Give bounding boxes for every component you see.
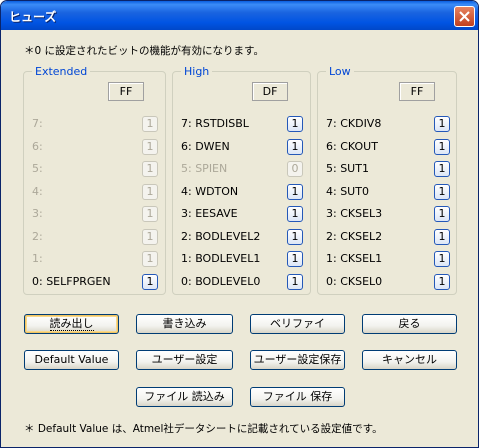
fuse-bit-label: 1: BODLEVEL1 bbox=[181, 252, 261, 265]
fuse-bit-row: 7: CKDIV8 1 bbox=[326, 116, 450, 132]
fuse-bit-row: 4: SUT0 1 bbox=[326, 183, 450, 200]
write-button[interactable]: 書き込み bbox=[136, 314, 233, 334]
fuse-dialog: ヒューズ ＊0 に設定されたビットの機能が有効になります。 Extended F… bbox=[0, 0, 479, 448]
fuse-bit-row: 5: 1 bbox=[32, 161, 158, 177]
fuse-bit-row: 7: RSTDISBL 1 bbox=[181, 116, 303, 132]
group-title: Extended bbox=[32, 65, 91, 78]
title-bar[interactable]: ヒューズ bbox=[1, 1, 478, 30]
user-setting-button[interactable]: ユーザー設定 bbox=[136, 350, 233, 370]
fuse-bit-toggle: 1 bbox=[142, 138, 158, 155]
fuse-bit-label: 6: bbox=[32, 139, 43, 153]
fuse-bit-toggle: 1 bbox=[142, 251, 158, 267]
fuse-bit-toggle[interactable]: 1 bbox=[142, 273, 158, 290]
fuse-bit-label: 6: CKOUT bbox=[326, 139, 378, 153]
fuse-bit-toggle[interactable]: 1 bbox=[287, 251, 303, 267]
extended-hex-value[interactable]: FF bbox=[108, 82, 144, 101]
fuse-bit-toggle[interactable]: 1 bbox=[434, 206, 450, 222]
file-load-button[interactable]: ファイル 読込み bbox=[136, 387, 233, 407]
fuse-bit-toggle[interactable]: 1 bbox=[287, 138, 303, 155]
fuse-bit-row: 3: 1 bbox=[32, 206, 158, 222]
fuse-bit-toggle[interactable]: 1 bbox=[434, 228, 450, 245]
fuse-bit-toggle: 1 bbox=[142, 161, 158, 177]
fuse-bit-row: 1: BODLEVEL1 1 bbox=[181, 251, 303, 267]
fuse-bit-toggle[interactable]: 1 bbox=[434, 116, 450, 132]
fuse-bit-label: 0: BODLEVEL0 bbox=[181, 274, 261, 288]
fuse-bit-toggle[interactable]: 1 bbox=[287, 183, 303, 200]
window-title: ヒューズ bbox=[9, 10, 57, 24]
fuse-bit-toggle[interactable]: 1 bbox=[287, 228, 303, 245]
fuse-bit-label: 0: CKSEL0 bbox=[326, 274, 383, 288]
fuse-bit-row: 7: 1 bbox=[32, 116, 158, 132]
fuse-bit-row: 5: SPIEN 0 bbox=[181, 161, 303, 177]
fuse-bit-row: 0: BODLEVEL0 1 bbox=[181, 273, 303, 290]
fuse-bit-label: 2: CKSEL2 bbox=[326, 229, 383, 243]
fuse-bit-label: 4: bbox=[32, 184, 43, 198]
fuse-bit-label: 3: bbox=[32, 207, 43, 220]
fuse-bit-row: 6: DWEN 1 bbox=[181, 138, 303, 155]
fuse-bit-row: 4: WDTON 1 bbox=[181, 183, 303, 200]
fuse-bit-row: 5: SUT1 1 bbox=[326, 161, 450, 177]
fuse-bit-label: 7: CKDIV8 bbox=[326, 117, 382, 130]
fuse-bit-toggle: 1 bbox=[142, 206, 158, 222]
fuse-bit-label: 2: bbox=[32, 229, 43, 243]
group-title: Low bbox=[326, 65, 354, 78]
fuse-bit-label: 5: bbox=[32, 162, 43, 175]
fuse-bit-row: 2: BODLEVEL2 1 bbox=[181, 228, 303, 245]
fuse-bit-toggle: 1 bbox=[142, 183, 158, 200]
default-value-button[interactable]: Default Value bbox=[24, 350, 119, 370]
fuse-bit-row: 0: CKSEL0 1 bbox=[326, 273, 450, 290]
high-fuse-group: High DF 7: RSTDISBL 1 6: DWEN 1 5: SPIEN 0 4: … bbox=[172, 65, 311, 295]
close-button[interactable] bbox=[454, 6, 475, 27]
fuse-bit-row: 2: 1 bbox=[32, 228, 158, 245]
high-hex-value[interactable]: DF bbox=[252, 82, 288, 101]
fuse-bit-label: 4: WDTON bbox=[181, 184, 239, 198]
fuse-bit-row: 1: 1 bbox=[32, 251, 158, 267]
fuse-bit-toggle: 1 bbox=[142, 116, 158, 132]
fuse-bit-label: 3: CKSEL3 bbox=[326, 207, 383, 220]
fuse-bit-label: 4: SUT0 bbox=[326, 184, 369, 198]
fuse-bit-toggle[interactable]: 1 bbox=[287, 206, 303, 222]
fuse-bit-row: 1: CKSEL1 1 bbox=[326, 251, 450, 267]
fuse-bit-toggle[interactable]: 1 bbox=[287, 116, 303, 132]
fuse-bit-label: 5: SPIEN bbox=[181, 162, 228, 175]
group-title: High bbox=[181, 65, 213, 78]
back-button[interactable]: 戻る bbox=[362, 314, 457, 334]
fuse-bit-row: 4: 1 bbox=[32, 183, 158, 200]
cancel-button[interactable]: キャンセル bbox=[362, 350, 457, 370]
fuse-bit-row: 6: CKOUT 1 bbox=[326, 138, 450, 155]
verify-button[interactable]: ベリファイ bbox=[250, 314, 345, 334]
fuse-bit-label: 2: BODLEVEL2 bbox=[181, 229, 261, 243]
fuse-bit-toggle[interactable]: 1 bbox=[434, 138, 450, 155]
fuse-bit-label: 1: bbox=[32, 252, 43, 265]
fuse-bit-toggle: 0 bbox=[287, 161, 303, 177]
close-icon bbox=[459, 11, 470, 22]
fuse-bit-row: 0: SELFPRGEN 1 bbox=[32, 273, 158, 290]
fuse-bit-label: 1: CKSEL1 bbox=[326, 252, 383, 265]
bit-meaning-note: ＊0 に設定されたビットの機能が有効になります。 bbox=[24, 45, 264, 57]
fuse-bit-toggle[interactable]: 1 bbox=[434, 161, 450, 177]
fuse-bit-row: 2: CKSEL2 1 bbox=[326, 228, 450, 245]
default-value-note: ＊ Default Value は、Atmel社データシートに記載されている設定… bbox=[24, 423, 383, 435]
fuse-bit-row: 3: EESAVE 1 bbox=[181, 206, 303, 222]
fuse-bit-label: 7: bbox=[32, 117, 43, 130]
fuse-bit-toggle[interactable]: 1 bbox=[287, 273, 303, 290]
fuse-bit-label: 3: EESAVE bbox=[181, 207, 238, 220]
fuse-bit-toggle[interactable]: 1 bbox=[434, 273, 450, 290]
low-fuse-group: Low FF 7: CKDIV8 1 6: CKOUT 1 5: SUT1 1 4: SUT… bbox=[317, 65, 457, 295]
save-user-setting-button[interactable]: ユーザー設定保存 bbox=[250, 350, 345, 370]
read-button[interactable]: 読み出し bbox=[24, 314, 119, 334]
fuse-bit-toggle: 1 bbox=[142, 228, 158, 245]
fuse-bit-label: 7: RSTDISBL bbox=[181, 117, 249, 130]
fuse-bit-row: 3: CKSEL3 1 bbox=[326, 206, 450, 222]
low-hex-value[interactable]: FF bbox=[399, 82, 435, 101]
read-button-label: 読み出し bbox=[49, 317, 94, 331]
fuse-bit-label: 5: SUT1 bbox=[326, 162, 369, 175]
fuse-bit-toggle[interactable]: 1 bbox=[434, 251, 450, 267]
file-save-button[interactable]: ファイル 保存 bbox=[250, 387, 345, 407]
fuse-bit-label: 0: SELFPRGEN bbox=[32, 274, 111, 288]
extended-fuse-group: Extended FF 7: 1 6: 1 5: 1 4: 1 3: 1 2: 1 1: 1 0: SELF… bbox=[23, 65, 166, 295]
fuse-bit-toggle[interactable]: 1 bbox=[434, 183, 450, 200]
fuse-bit-row: 6: 1 bbox=[32, 138, 158, 155]
fuse-bit-label: 6: DWEN bbox=[181, 139, 230, 153]
